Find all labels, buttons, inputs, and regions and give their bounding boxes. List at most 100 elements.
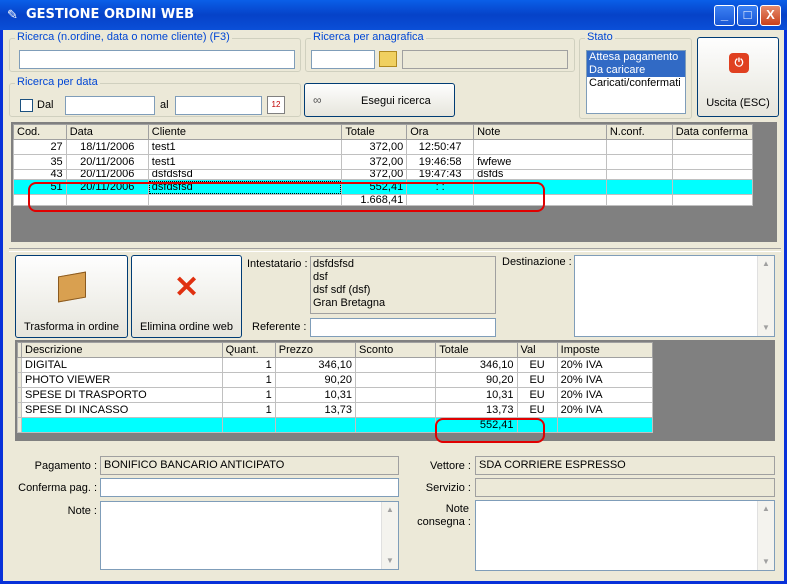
conferma-label: Conferma pag. : — [18, 482, 97, 494]
table-row[interactable]: 35 20/11/2006 test1 372,00 19:46:58 fwfe… — [13, 154, 754, 170]
cell: test1 — [147, 139, 343, 155]
col-sconto[interactable]: Sconto — [355, 342, 437, 358]
conferma-input[interactable] — [100, 478, 399, 497]
date-to-input[interactable] — [175, 96, 262, 115]
search-input[interactable] — [19, 50, 295, 69]
cell: 20/11/2006 — [65, 169, 149, 180]
col-totale[interactable]: Totale — [341, 124, 408, 140]
cell — [355, 357, 437, 373]
cell — [355, 372, 437, 388]
vettore-field: SDA CORRIERE ESPRESSO — [475, 456, 775, 475]
note-textarea[interactable]: ▲ ▼ — [100, 501, 399, 570]
cell: 43 — [13, 169, 67, 180]
intestatario-line: dsf sdf (dsf) — [313, 284, 371, 296]
col-cliente[interactable]: Cliente — [147, 124, 343, 140]
scroll-down-icon[interactable]: ▼ — [759, 321, 773, 335]
scroll-down-icon[interactable]: ▼ — [759, 555, 773, 569]
col-quant[interactable]: Quant. — [221, 342, 276, 358]
stato-group: Stato Attesa pagamento Da caricare Caric… — [579, 31, 692, 119]
cell — [473, 139, 607, 155]
delete-order-button[interactable]: ✕ Elimina ordine web — [131, 255, 242, 338]
intestatario-line: dsfdsfsd — [313, 258, 354, 270]
anagrafica-group: Ricerca per anagrafica — [305, 31, 575, 72]
stato-listbox[interactable]: Attesa pagamento Da caricare Caricati/co… — [586, 50, 686, 114]
items-table: Descrizione Quant. Prezzo Sconto Totale … — [17, 342, 654, 433]
scroll-up-icon[interactable]: ▲ — [759, 502, 773, 516]
scroll-up-icon[interactable]: ▲ — [759, 257, 773, 271]
exit-button[interactable]: ⏻ Uscita (ESC) — [697, 37, 779, 117]
cell: 346,10 — [274, 357, 357, 373]
scroll-up-icon[interactable]: ▲ — [383, 503, 397, 517]
cell: EU — [516, 387, 558, 403]
maximize-button[interactable]: □ — [737, 5, 758, 26]
col-data-conferma[interactable]: Data conferma — [671, 124, 754, 140]
close-button[interactable]: X — [760, 5, 781, 26]
cell: 372,00 — [341, 154, 408, 170]
scrollbar[interactable]: ▲ ▼ — [757, 501, 774, 570]
col-prezzo[interactable]: Prezzo — [274, 342, 357, 358]
col-cod[interactable]: Cod. — [13, 124, 67, 140]
col-descrizione[interactable]: Descrizione — [21, 342, 223, 358]
scroll-down-icon[interactable]: ▼ — [383, 554, 397, 568]
dal-checkbox[interactable] — [20, 99, 33, 112]
pagamento-field: BONIFICO BANCARIO ANTICIPATO — [100, 456, 399, 475]
table-row[interactable]: SPESE DI TRASPORTO 1 10,31 10,31 EU 20% … — [17, 387, 654, 403]
folder-icon[interactable] — [379, 51, 397, 67]
highlight-items-total — [435, 418, 545, 443]
table-row[interactable]: PHOTO VIEWER 1 90,20 90,20 EU 20% IVA — [17, 372, 654, 388]
table-row[interactable]: DIGITAL 1 346,10 346,10 EU 20% IVA — [17, 357, 654, 373]
stato-option[interactable]: Caricati/confermati — [587, 77, 685, 90]
cell: 19:47:43 — [406, 169, 475, 180]
app-icon: ✎ — [7, 7, 18, 22]
cell — [671, 169, 754, 180]
table-row[interactable]: SPESE DI INCASSO 1 13,73 13,73 EU 20% IV… — [17, 402, 654, 418]
cell: 1 — [221, 387, 276, 403]
anagrafica-input[interactable] — [311, 50, 375, 69]
cell: test1 — [147, 154, 343, 170]
stato-option[interactable]: Da caricare — [587, 64, 685, 77]
col-val[interactable]: Val — [516, 342, 558, 358]
destinazione-textarea[interactable]: ▲ ▼ — [574, 255, 775, 337]
referente-label: Referente : — [252, 321, 307, 333]
stato-option[interactable]: Attesa pagamento — [587, 51, 685, 64]
calendar-icon[interactable]: 12 — [267, 96, 285, 114]
items-total-row: 552,41 — [17, 417, 654, 433]
intestatario-label: Intestatario : — [247, 258, 308, 270]
cell — [671, 179, 754, 195]
cell: dsfds — [473, 169, 607, 180]
table-row[interactable]: 43 20/11/2006 dsfdsfsd 372,00 19:47:43 d… — [13, 169, 754, 180]
cell: 10,31 — [274, 387, 357, 403]
delete-x-icon: ✕ — [174, 271, 200, 304]
transform-order-button[interactable]: Trasforma in ordine — [15, 255, 128, 338]
minimize-button[interactable]: _ — [714, 5, 735, 26]
servizio-label: Servizio : — [425, 482, 471, 494]
cell — [671, 139, 754, 155]
note-label: Note : — [67, 505, 97, 517]
date-search-label: Ricerca per data — [15, 76, 100, 88]
cell: PHOTO VIEWER — [21, 372, 223, 388]
cell: 20% IVA — [556, 402, 654, 418]
main-window: ✎ GESTIONE ORDINI WEB _ □ X Ricerca (n.o… — [0, 0, 787, 584]
search-button-label: Esegui ricerca — [361, 95, 431, 107]
table-row[interactable]: 27 18/11/2006 test1 372,00 12:50:47 — [13, 139, 754, 155]
note-consegna-textarea[interactable]: ▲ ▼ — [475, 500, 775, 571]
cell — [671, 154, 754, 170]
anagrafica-label: Ricerca per anagrafica — [311, 31, 426, 43]
window-title: GESTIONE ORDINI WEB — [26, 7, 195, 22]
col-data[interactable]: Data — [65, 124, 149, 140]
col-totale[interactable]: Totale — [435, 342, 518, 358]
orders-header-row: Cod. Data Cliente Totale Ora Note N.conf… — [13, 124, 754, 140]
col-note[interactable]: Note — [473, 124, 607, 140]
col-nconf[interactable]: N.conf. — [605, 124, 673, 140]
scrollbar[interactable]: ▲ ▼ — [381, 502, 398, 569]
scrollbar[interactable]: ▲ ▼ — [757, 256, 774, 336]
col-ora[interactable]: Ora — [406, 124, 475, 140]
cell: 346,10 — [435, 357, 518, 373]
date-from-input[interactable] — [65, 96, 155, 115]
intestatario-box: dsfdsfsd dsf dsf sdf (dsf) Gran Bretagna — [310, 256, 496, 314]
referente-input[interactable] — [310, 318, 496, 337]
col-imposte[interactable]: Imposte — [556, 342, 654, 358]
vettore-label: Vettore : — [430, 460, 471, 472]
search-button[interactable]: ∞ Esegui ricerca — [304, 83, 455, 117]
stato-label: Stato — [585, 31, 615, 43]
